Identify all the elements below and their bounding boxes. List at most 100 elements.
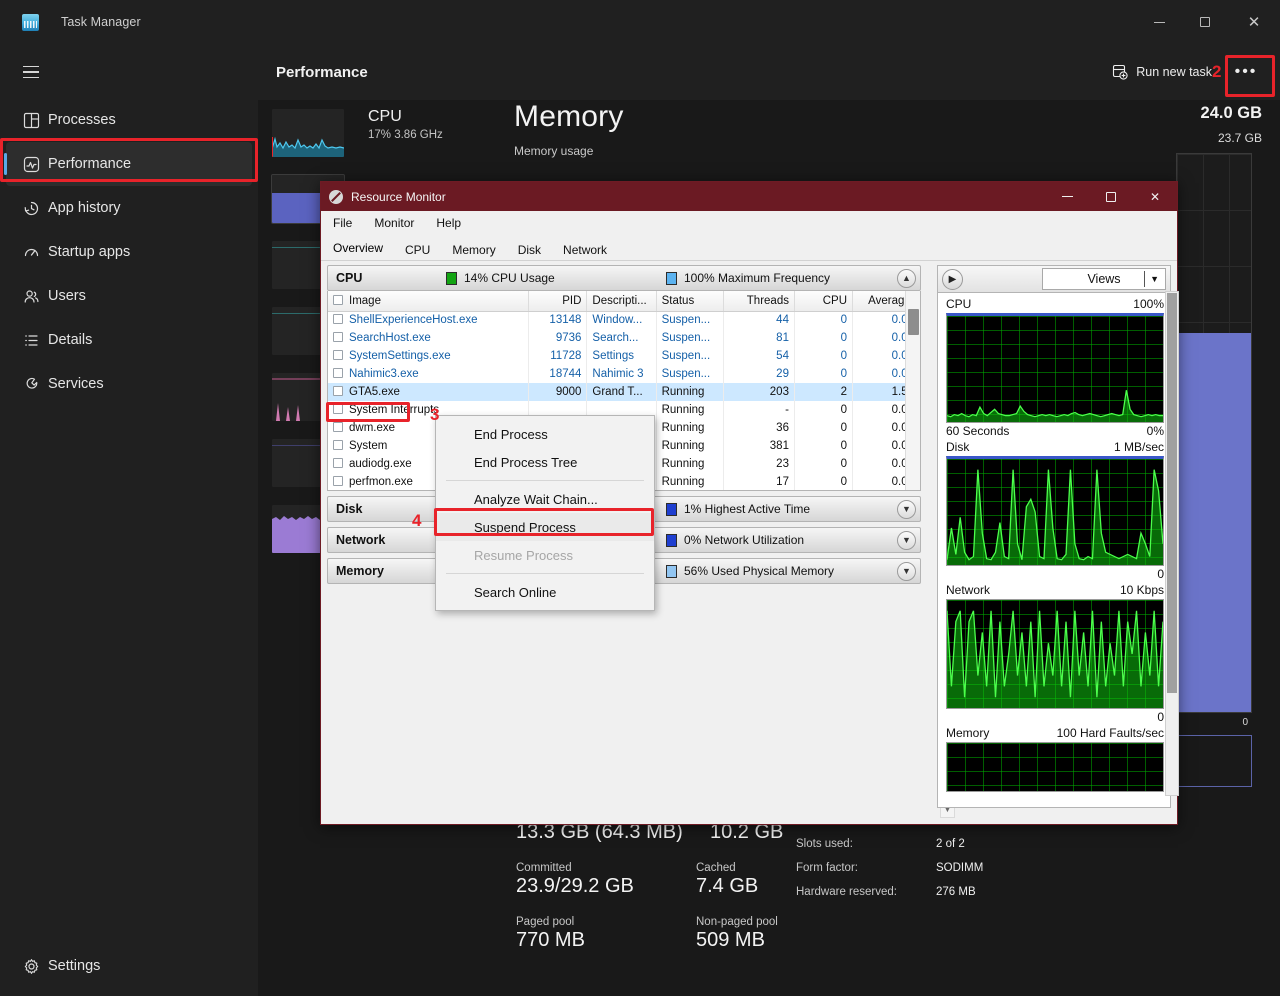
tab-overview[interactable]: Overview xyxy=(333,241,384,260)
rm-maximize-button[interactable] xyxy=(1089,182,1133,211)
sidebar-item-settings[interactable]: Settings xyxy=(0,944,258,988)
cell-status: Running xyxy=(656,419,724,437)
detail-title: Memory xyxy=(514,100,624,133)
tab-memory[interactable]: Memory xyxy=(452,243,495,260)
table-row[interactable]: SearchHost.exe 9736 Search... Suspen... 81 0 0… xyxy=(328,329,920,347)
gear-icon xyxy=(14,958,48,975)
col-description[interactable]: Descripti... xyxy=(586,291,657,312)
memory-usage-fill xyxy=(1177,332,1251,712)
graph-memory-canvas xyxy=(946,742,1164,792)
details-icon xyxy=(14,332,48,349)
col-image[interactable]: Image xyxy=(328,291,530,312)
graph-cpu-min: 0% xyxy=(1146,424,1164,438)
cell-description: Nahimic 3 xyxy=(586,365,657,383)
views-panel: ▶ Views ▼ CPU 100% 60 Seconds 0% Disk 1 … xyxy=(937,261,1179,824)
rm-close-button[interactable]: ✕ xyxy=(1133,182,1177,211)
table-row[interactable]: Nahimic3.exe 18744 Nahimic 3 Suspen... 29 0 0.… xyxy=(328,365,920,383)
row-checkbox[interactable] xyxy=(333,386,343,396)
more-options-button[interactable]: ••• xyxy=(1226,57,1266,87)
cached-label: Cached xyxy=(696,862,736,874)
col-cpu[interactable]: CPU xyxy=(794,291,854,312)
graph-cpu-canvas xyxy=(946,313,1164,423)
tab-cpu[interactable]: CPU xyxy=(405,243,430,260)
col-threads[interactable]: Threads xyxy=(723,291,795,312)
cpu-collapse-button[interactable]: ▲ xyxy=(897,268,916,288)
slots-used-value: 2 of 2 xyxy=(936,838,965,850)
screen: Task Manager ✕ Processes Performance App… xyxy=(0,0,1280,996)
graph-cpu-xlabel: 60 Seconds xyxy=(946,424,1010,438)
context-menu-item-end-process[interactable]: End Process xyxy=(436,420,654,448)
tab-network[interactable]: Network xyxy=(563,243,607,260)
memory-expand-button[interactable]: ▼ xyxy=(897,561,916,581)
context-menu-item-analyze-wait-chain[interactable]: Analyze Wait Chain... xyxy=(436,485,654,513)
run-new-task-button[interactable]: Run new task xyxy=(1104,58,1220,86)
sidebar-item-services[interactable]: Services xyxy=(6,362,252,406)
views-dropdown[interactable]: Views ▼ xyxy=(1042,268,1166,290)
views-expand-button[interactable]: ▶ xyxy=(942,268,963,290)
disk-expand-button[interactable]: ▼ xyxy=(897,499,916,519)
cached-value: 7.4 GB xyxy=(696,875,759,897)
row-checkbox[interactable] xyxy=(333,440,343,450)
cpu-usage-text: 14% CPU Usage xyxy=(464,271,555,285)
views-label: Views xyxy=(1087,272,1121,286)
cpu-section-header[interactable]: CPU 14% CPU Usage 100% Maximum Frequency… xyxy=(327,265,921,291)
tab-disk[interactable]: Disk xyxy=(518,243,541,260)
context-menu-item-search-online[interactable]: Search Online xyxy=(436,578,654,606)
cell-cpu: 0 xyxy=(794,437,854,455)
minimize-button[interactable] xyxy=(1136,0,1182,44)
cell-description: Settings xyxy=(586,347,657,365)
close-button[interactable]: ✕ xyxy=(1228,0,1280,44)
cell-pid: 18744 xyxy=(528,365,588,383)
views-scrollbar[interactable] xyxy=(1165,291,1179,796)
sidebar-item-startup-apps[interactable]: Startup apps xyxy=(6,230,252,274)
rm-minimize-button[interactable] xyxy=(1045,182,1089,211)
context-menu-item-suspend-process[interactable]: Suspend Process xyxy=(436,513,654,541)
processes-icon xyxy=(14,112,48,129)
cell-cpu: 0 xyxy=(794,401,854,419)
row-checkbox[interactable] xyxy=(333,314,343,325)
disk-section-title: Disk xyxy=(336,502,363,516)
cell-pid: 9736 xyxy=(528,329,588,347)
sidebar-item-app-history[interactable]: App history xyxy=(6,186,252,230)
perf-card-cpu[interactable] xyxy=(258,100,362,166)
views-graphs: CPU 100% 60 Seconds 0% Disk 1 MB/sec 0 N… xyxy=(937,293,1171,808)
col-status[interactable]: Status xyxy=(656,291,724,312)
table-row[interactable]: SystemSettings.exe 11728 Settings Suspen...… xyxy=(328,347,920,365)
menu-file[interactable]: File xyxy=(333,216,352,230)
graph-network-max: 10 Kbps xyxy=(1119,583,1164,597)
menu-help[interactable]: Help xyxy=(436,216,461,230)
sidebar-item-processes[interactable]: Processes xyxy=(6,98,252,142)
memory-metric-2: 56% Used Physical Memory xyxy=(666,564,834,578)
row-checkbox[interactable] xyxy=(333,404,343,414)
row-checkbox[interactable] xyxy=(333,350,343,360)
context-menu-item-end-process-tree[interactable]: End Process Tree xyxy=(436,448,654,476)
row-checkbox[interactable] xyxy=(333,368,343,378)
task-manager-icon xyxy=(22,13,39,31)
cell-pid: 13148 xyxy=(528,311,588,329)
menu-monitor[interactable]: Monitor xyxy=(374,216,414,230)
cell-status: Running xyxy=(656,383,724,401)
sidebar-item-users[interactable]: Users xyxy=(6,274,252,318)
sidebar-item-details[interactable]: Details xyxy=(6,318,252,362)
process-table-scroll-thumb[interactable] xyxy=(908,309,919,335)
row-checkbox[interactable] xyxy=(333,332,343,342)
maximize-button[interactable] xyxy=(1182,0,1228,44)
sidebar-item-performance[interactable]: Performance xyxy=(4,142,252,186)
hamburger-menu-button[interactable] xyxy=(8,52,54,92)
cpu-card-detail: 17% 3.86 GHz xyxy=(368,129,443,141)
table-row[interactable]: ShellExperienceHost.exe 13148 Window... Sus… xyxy=(328,311,920,329)
annotation-number-4: 4 xyxy=(412,511,422,530)
cell-cpu: 2 xyxy=(794,383,854,401)
row-checkbox[interactable] xyxy=(333,476,343,486)
col-pid[interactable]: PID xyxy=(528,291,588,312)
views-scroll-thumb[interactable] xyxy=(1167,293,1177,693)
network-expand-button[interactable]: ▼ xyxy=(897,530,916,550)
table-row[interactable]: GTA5.exe 9000 Grand T... Running 203 2 1.56 xyxy=(328,383,920,401)
row-checkbox[interactable] xyxy=(333,422,343,432)
cell-status: Suspen... xyxy=(656,329,724,347)
sidebar-item-label: App history xyxy=(48,200,121,216)
header-actions: Run new task ••• xyxy=(1104,57,1266,87)
row-checkbox[interactable] xyxy=(333,458,343,468)
select-all-checkbox[interactable] xyxy=(333,294,343,305)
process-table-scrollbar[interactable] xyxy=(905,291,920,490)
